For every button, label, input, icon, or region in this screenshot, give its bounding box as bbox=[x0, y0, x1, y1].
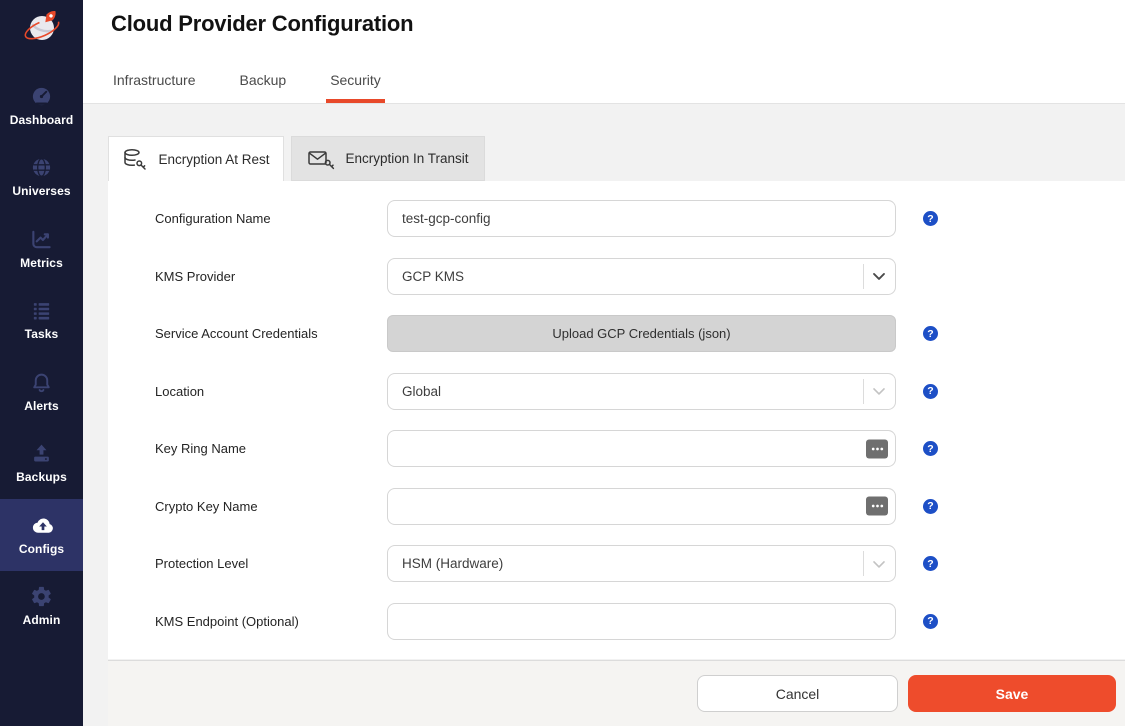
form-row-configuration-name: Configuration Name? bbox=[108, 200, 1125, 237]
help-icon[interactable]: ? bbox=[923, 211, 938, 226]
cloud-upload-icon bbox=[30, 514, 53, 537]
help-icon[interactable]: ? bbox=[923, 614, 938, 629]
subtab-encryption-in-transit[interactable]: Encryption In Transit bbox=[291, 136, 485, 181]
gauge-icon bbox=[30, 85, 53, 108]
app-logo[interactable] bbox=[19, 5, 65, 51]
sidebar-item-label: Metrics bbox=[20, 256, 63, 270]
crypto-key-name-control bbox=[387, 488, 896, 525]
save-button[interactable]: Save bbox=[908, 675, 1116, 712]
service-account-credentials-upload-button[interactable]: Upload GCP Credentials (json) bbox=[387, 315, 896, 352]
field-label: Crypto Key Name bbox=[155, 499, 387, 514]
chevron-down-icon bbox=[869, 554, 889, 574]
gear-icon bbox=[30, 585, 53, 608]
service-account-credentials-control: Upload GCP Credentials (json) bbox=[387, 315, 896, 352]
field-label: KMS Endpoint (Optional) bbox=[155, 614, 387, 629]
sidebar-item-tasks[interactable]: Tasks bbox=[0, 285, 83, 357]
bell-icon bbox=[30, 371, 53, 394]
select-divider bbox=[863, 551, 864, 576]
location-control: Global bbox=[387, 373, 896, 410]
field-label: Service Account Credentials bbox=[155, 326, 387, 341]
sidebar-item-label: Alerts bbox=[24, 399, 59, 413]
sidebar-item-label: Tasks bbox=[25, 327, 59, 341]
form-row-crypto-key-name: Crypto Key Name? bbox=[108, 488, 1125, 525]
form-row-protection-level: Protection Level HSM (Hardware)? bbox=[108, 545, 1125, 582]
kms-provider-select[interactable]: GCP KMS bbox=[387, 258, 896, 295]
footer-bar: Cancel Save bbox=[108, 660, 1125, 726]
main-tabs: Infrastructure Backup Security bbox=[111, 72, 383, 103]
field-label: Location bbox=[155, 384, 387, 399]
sidebar-item-label: Universes bbox=[12, 184, 70, 198]
select-divider bbox=[863, 264, 864, 289]
sidebar-item-configs[interactable]: Configs bbox=[0, 499, 83, 571]
kms-endpoint-optional-control bbox=[387, 603, 896, 640]
configuration-name-input[interactable] bbox=[387, 200, 896, 237]
selected-value: Global bbox=[402, 384, 441, 399]
selected-value: HSM (Hardware) bbox=[402, 556, 503, 571]
location-select[interactable]: Global bbox=[387, 373, 896, 410]
form-row-key-ring-name: Key Ring Name? bbox=[108, 430, 1125, 467]
ellipsis-icon[interactable] bbox=[866, 439, 888, 458]
kms-provider-control: GCP KMS bbox=[387, 258, 896, 295]
chart-icon bbox=[30, 228, 53, 251]
subtab-encryption-at-rest[interactable]: Encryption At Rest bbox=[108, 136, 284, 181]
crypto-key-name-input[interactable] bbox=[387, 488, 896, 525]
key-ring-name-input[interactable] bbox=[387, 430, 896, 467]
tab-security[interactable]: Security bbox=[328, 72, 383, 103]
help-icon[interactable]: ? bbox=[923, 441, 938, 456]
form-panel: Configuration Name? KMS Provider GCP KMS Se… bbox=[108, 181, 1125, 659]
field-label: Key Ring Name bbox=[155, 441, 387, 456]
sidebar-item-label: Configs bbox=[19, 542, 64, 556]
sidebar-item-backups[interactable]: Backups bbox=[0, 428, 83, 500]
chevron-down-icon bbox=[869, 266, 889, 286]
cancel-button[interactable]: Cancel bbox=[697, 675, 898, 712]
form-row-service-account-credentials: Service Account CredentialsUpload GCP Cr… bbox=[108, 315, 1125, 352]
protection-level-control: HSM (Hardware) bbox=[387, 545, 896, 582]
sidebar-item-universes[interactable]: Universes bbox=[0, 142, 83, 214]
field-label: KMS Provider bbox=[155, 269, 387, 284]
kms-endpoint-optional-input[interactable] bbox=[387, 603, 896, 640]
page-title: Cloud Provider Configuration bbox=[111, 11, 413, 37]
ellipsis-icon[interactable] bbox=[866, 497, 888, 516]
list-icon bbox=[30, 299, 53, 322]
select-divider bbox=[863, 379, 864, 404]
upload-icon bbox=[30, 442, 53, 465]
sidebar-item-alerts[interactable]: Alerts bbox=[0, 356, 83, 428]
sidebar-item-label: Dashboard bbox=[10, 113, 74, 127]
sidebar-nav: Dashboard Universes Metrics Tasks Alerts Back… bbox=[0, 70, 83, 642]
tab-backup[interactable]: Backup bbox=[237, 72, 288, 103]
help-icon[interactable]: ? bbox=[923, 326, 938, 341]
sidebar-item-dashboard[interactable]: Dashboard bbox=[0, 70, 83, 142]
sidebar: Dashboard Universes Metrics Tasks Alerts Back… bbox=[0, 0, 83, 726]
sidebar-item-label: Admin bbox=[23, 613, 61, 627]
configuration-name-control bbox=[387, 200, 896, 237]
form-row-location: Location Global? bbox=[108, 373, 1125, 410]
encryption-subtabs: Encryption At Rest Encryption In Transit bbox=[108, 136, 485, 181]
content-area: Encryption At RestEncryption In Transit … bbox=[83, 104, 1125, 726]
help-icon[interactable]: ? bbox=[923, 499, 938, 514]
sidebar-item-admin[interactable]: Admin bbox=[0, 571, 83, 643]
field-label: Protection Level bbox=[155, 556, 387, 571]
field-label: Configuration Name bbox=[155, 211, 387, 226]
help-icon[interactable]: ? bbox=[923, 556, 938, 571]
tab-infrastructure[interactable]: Infrastructure bbox=[111, 72, 197, 103]
protection-level-select[interactable]: HSM (Hardware) bbox=[387, 545, 896, 582]
subtab-label: Encryption At Rest bbox=[158, 152, 269, 167]
database-key-icon bbox=[122, 147, 148, 171]
sidebar-item-label: Backups bbox=[16, 470, 67, 484]
help-icon[interactable]: ? bbox=[923, 384, 938, 399]
form-row-kms-endpoint-optional: KMS Endpoint (Optional)? bbox=[108, 603, 1125, 640]
page-header: Cloud Provider Configuration Infrastruct… bbox=[83, 0, 1125, 104]
selected-value: GCP KMS bbox=[402, 269, 464, 284]
sidebar-item-metrics[interactable]: Metrics bbox=[0, 213, 83, 285]
form-row-kms-provider: KMS Provider GCP KMS bbox=[108, 258, 1125, 295]
key-ring-name-control bbox=[387, 430, 896, 467]
chevron-down-icon bbox=[869, 381, 889, 401]
mail-key-icon bbox=[307, 148, 335, 170]
globe-icon bbox=[30, 156, 53, 179]
subtab-label: Encryption In Transit bbox=[345, 151, 468, 166]
